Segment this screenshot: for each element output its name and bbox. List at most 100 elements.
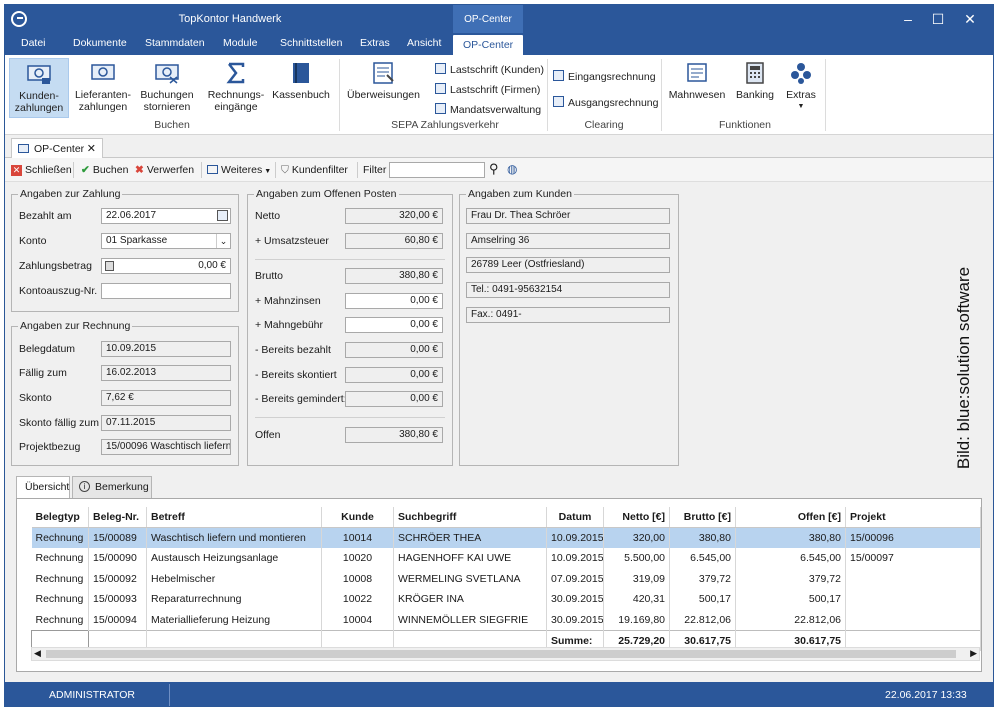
eingangsrechnung-label: Eingangsrechnung: [568, 71, 656, 83]
cell-kunde: 10004: [321, 609, 394, 630]
col-brutto[interactable]: Brutto [€]: [669, 507, 736, 528]
col-projekt[interactable]: Projekt: [845, 507, 981, 528]
amount-field[interactable]: 0,00 €: [101, 258, 231, 274]
customer-name-field: Frau Dr. Thea Schröer: [466, 208, 670, 224]
tab-op-center[interactable]: OP-Center: [453, 35, 524, 55]
table-row[interactable]: Rechnung 15/00090 Austausch Heizungsanlage…: [31, 548, 981, 569]
status-separator: [169, 684, 170, 706]
filter-input[interactable]: [389, 162, 485, 178]
scroll-left-icon[interactable]: ◀: [34, 648, 41, 659]
dunning-interest-field[interactable]: 0,00 €: [345, 293, 443, 309]
cell-datum: 30.09.2015: [546, 609, 604, 630]
vat-field: 60,80 €: [345, 233, 443, 249]
table-row[interactable]: Rechnung 15/00093 Reparaturrechnung 10022 KR…: [31, 589, 981, 610]
kundenzahlungen-button[interactable]: Kunden- zahlungen: [9, 58, 69, 118]
close-tab-icon[interactable]: ✕: [87, 142, 96, 155]
col-datum[interactable]: Datum: [546, 507, 604, 528]
lastschrift-firmen-button[interactable]: Lastschrift (Firmen): [435, 83, 540, 96]
close-label: Schließen: [25, 164, 72, 176]
cell-belegtyp: Rechnung: [31, 568, 89, 589]
cell-kunde: 10014: [321, 527, 394, 548]
already-paid-field: 0,00 €: [345, 342, 443, 358]
invoice-date-label: Belegdatum: [19, 343, 76, 355]
col-suchbegriff[interactable]: Suchbegriff: [393, 507, 547, 528]
mandatsverwaltung-button[interactable]: Mandatsverwaltung: [435, 103, 541, 116]
table-row[interactable]: Rechnung 15/00094 Materiallieferung Heizun…: [31, 609, 981, 630]
close-window-icon[interactable]: ✕: [955, 8, 985, 30]
cell-projekt: 15/00097: [845, 548, 981, 569]
rechnungseingaenge-button[interactable]: Rechnungs- eingänge: [205, 58, 267, 118]
ausgangsrechnung-button[interactable]: Ausgangsrechnung: [553, 96, 659, 109]
table-row[interactable]: Rechnung 15/00089 Waschtisch liefern und m…: [31, 527, 981, 548]
kassenbuch-button[interactable]: Kassenbuch: [271, 58, 331, 118]
calculator-icon[interactable]: [105, 261, 114, 271]
tab-uebersicht[interactable]: Übersicht: [16, 476, 70, 499]
op-center-tab-icon: [18, 144, 29, 153]
supplier-payment-icon: [91, 64, 115, 80]
customer-filter-button[interactable]: ⛉ Kundenfilter: [281, 164, 348, 177]
account-select[interactable]: 01 Sparkasse: [101, 233, 231, 249]
document-tab-op-center[interactable]: OP-Center ✕: [11, 138, 103, 158]
mahnwesen-button[interactable]: Mahnwesen: [667, 58, 727, 118]
col-beleg-nr[interactable]: Beleg-Nr.: [88, 507, 147, 528]
cell-belegtyp: Rechnung: [31, 609, 89, 630]
toolbar-separator: [201, 162, 202, 178]
sigma-icon: [226, 62, 245, 84]
cell-brutto: 500,17: [669, 589, 736, 610]
tab-ansicht[interactable]: Ansicht: [407, 37, 441, 49]
lieferantenzahlungen-button[interactable]: Lieferanten- zahlungen: [73, 58, 133, 118]
rechnungseingaenge-label: Rechnungs- eingänge: [207, 89, 265, 113]
cell-brutto: 22.812,06: [669, 609, 736, 630]
globe-icon[interactable]: ◍: [507, 162, 517, 176]
kundenzahlungen-label: Kunden- zahlungen: [14, 90, 64, 114]
paid-on-date-field[interactable]: 22.06.2017: [101, 208, 231, 224]
more-dropdown-button[interactable]: Weiteres ▼: [207, 164, 271, 176]
minimize-icon[interactable]: –: [893, 8, 923, 30]
buchungen-stornieren-button[interactable]: Buchungen stornieren: [137, 58, 197, 118]
col-betreff[interactable]: Betreff: [146, 507, 322, 528]
tab-bemerkung[interactable]: i Bemerkung: [72, 476, 152, 498]
statement-label: Kontoauszug-Nr.: [19, 285, 98, 297]
tab-stammdaten[interactable]: Stammdaten: [145, 37, 205, 49]
search-icon[interactable]: ⚲: [489, 161, 499, 177]
lastschrift-kunden-button[interactable]: Lastschrift (Kunden): [435, 63, 544, 76]
statement-field[interactable]: [101, 283, 231, 299]
eingangsrechnung-button[interactable]: Eingangsrechnung: [553, 70, 656, 83]
ueberweisungen-button[interactable]: Überweisungen: [347, 58, 420, 118]
dunning-fee-field[interactable]: 0,00 €: [345, 317, 443, 333]
scroll-right-icon[interactable]: ▶: [970, 648, 977, 659]
incoming-invoice-icon: [553, 70, 564, 81]
tab-extras[interactable]: Extras: [360, 37, 390, 49]
info-icon: i: [79, 481, 90, 492]
discard-button[interactable]: ✖ Verwerfen: [135, 164, 194, 176]
cell-suchbegriff: KRÖGER INA: [393, 589, 547, 610]
maximize-icon[interactable]: ☐: [923, 8, 953, 30]
banking-button[interactable]: Banking: [731, 58, 779, 118]
cell-datum: 10.09.2015: [546, 527, 604, 548]
book-button[interactable]: ✔ Buchen: [81, 164, 128, 176]
customer-payment-icon: [27, 65, 51, 84]
col-netto[interactable]: Netto [€]: [603, 507, 670, 528]
ribbon: Kunden- zahlungen Lieferanten- zahlungen…: [5, 55, 993, 135]
discard-label: Verwerfen: [146, 164, 195, 176]
chevron-down-icon[interactable]: ⌄: [216, 234, 230, 248]
table-row[interactable]: Rechnung 15/00092 Hebelmischer 10008 WERMELI…: [31, 568, 981, 589]
col-offen[interactable]: Offen [€]: [735, 507, 846, 528]
col-belegtyp[interactable]: Belegtyp: [31, 507, 89, 528]
col-kunde[interactable]: Kunde: [321, 507, 394, 528]
direct-debit-icon: [435, 63, 446, 74]
horizontal-scrollbar[interactable]: ◀ ▶: [31, 647, 980, 661]
tab-dokumente[interactable]: Dokumente: [73, 37, 127, 49]
tab-datei[interactable]: Datei: [21, 37, 46, 49]
kassenbuch-label: Kassenbuch: [272, 89, 330, 101]
ueberweisungen-label: Überweisungen: [347, 89, 420, 101]
calendar-icon[interactable]: [217, 210, 228, 221]
ribbon-separator: [547, 59, 548, 131]
scroll-thumb[interactable]: [46, 650, 956, 658]
tab-module[interactable]: Module: [223, 37, 257, 49]
banking-label: Banking: [736, 89, 774, 101]
tab-schnittstellen[interactable]: Schnittstellen: [280, 37, 342, 49]
discount-field: 7,62 €: [101, 390, 231, 406]
extras-dropdown-button[interactable]: Extras ▼: [781, 58, 821, 128]
close-button[interactable]: ✕ Schließen: [11, 164, 72, 176]
